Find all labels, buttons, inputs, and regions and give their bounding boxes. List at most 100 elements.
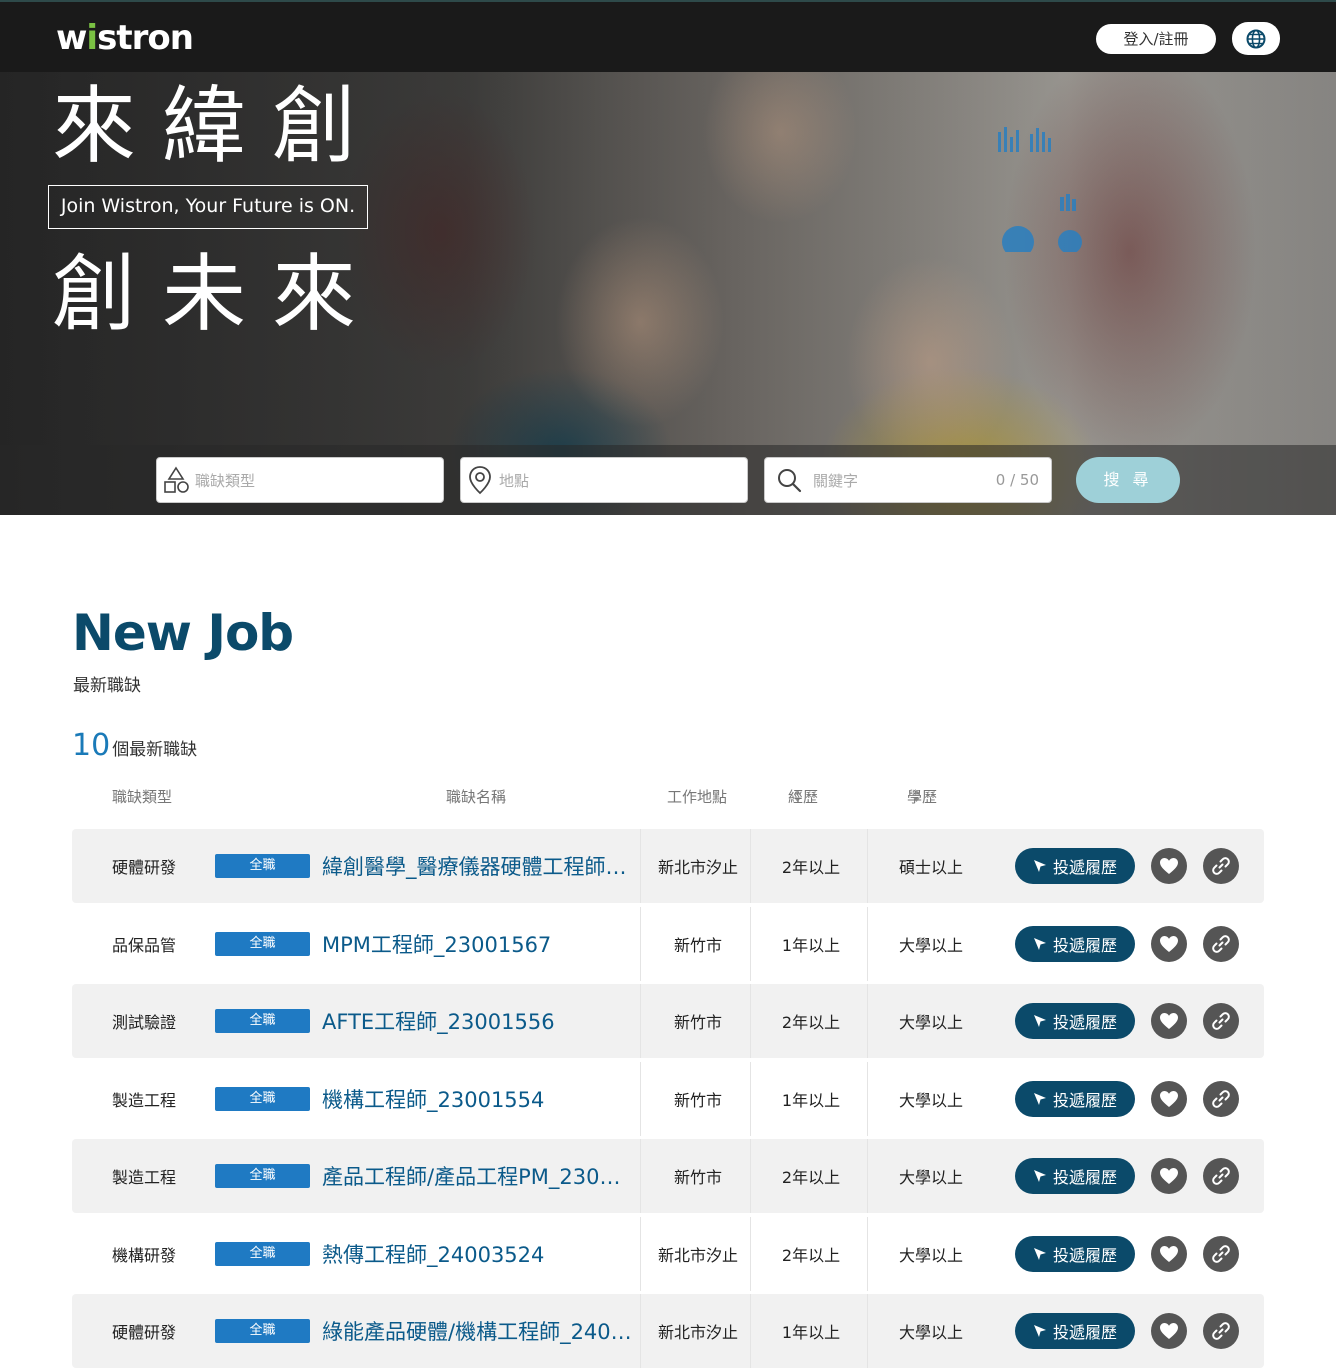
job-title-link[interactable]: AFTE工程師_23001556 — [322, 984, 632, 1058]
header-job-type: 職缺類型 — [112, 788, 173, 806]
favorite-button[interactable] — [1151, 1158, 1187, 1194]
copy-link-button[interactable] — [1203, 1313, 1239, 1349]
job-education: 大學以上 — [898, 1013, 963, 1032]
location-select[interactable]: 地點 — [460, 457, 748, 503]
job-title-link[interactable]: 機構工程師_23001554 — [322, 1062, 632, 1136]
copy-link-button[interactable] — [1203, 848, 1239, 884]
table-row[interactable]: 品保品管 全職 MPM工程師_23001567 新竹市 1年以上 大學以上 投遞履歷 — [72, 907, 1264, 981]
favorite-button[interactable] — [1151, 1313, 1187, 1349]
employment-badge: 全職 — [215, 932, 310, 956]
job-location: 新北市汐止 — [657, 1246, 738, 1265]
column-divider — [640, 829, 641, 903]
copy-link-button[interactable] — [1203, 1003, 1239, 1039]
link-icon — [1212, 1012, 1230, 1030]
copy-link-button[interactable] — [1203, 1236, 1239, 1272]
job-location: 新北市汐止 — [657, 858, 738, 877]
job-title-link[interactable]: 熱傳工程師_24003524 — [322, 1217, 632, 1291]
employment-badge: 全職 — [215, 1009, 310, 1033]
job-type: 機構研發 — [112, 1246, 177, 1265]
favorite-button[interactable] — [1151, 1236, 1187, 1272]
table-header: 職缺類型 職缺名稱 工作地點 經歷 學歷 — [72, 786, 1264, 810]
column-divider — [640, 1217, 641, 1291]
job-experience: 2年以上 — [781, 1246, 841, 1265]
job-experience: 2年以上 — [781, 858, 841, 877]
job-title: 產品工程師/產品工程PM_23001... — [322, 1165, 632, 1189]
section-title: New Job — [72, 604, 294, 662]
table-row[interactable]: 硬體研發 全職 緯創醫學_醫療儀器硬體工程師_2... 新北市汐止 2年以上 碩士以上 投遞… — [72, 829, 1264, 903]
column-divider — [867, 829, 868, 903]
header-experience-label: 經歷 — [788, 788, 819, 806]
column-divider — [750, 1062, 751, 1136]
apply-resume-button[interactable]: 投遞履歷 — [1015, 1003, 1135, 1039]
job-title-link[interactable]: 綠能產品硬體/機構工程師_24001 — [322, 1294, 632, 1368]
employment-badge: 全職 — [215, 1087, 310, 1111]
column-divider — [867, 1139, 868, 1213]
column-divider — [867, 1062, 868, 1136]
heart-icon — [1160, 1168, 1178, 1184]
job-title: AFTE工程師_23001556 — [322, 1010, 555, 1034]
job-location: 新竹市 — [673, 1091, 722, 1110]
keyword-placeholder: 關鍵字 — [813, 471, 859, 490]
apply-resume-button[interactable]: 投遞履歷 — [1015, 1313, 1135, 1349]
background-chart-board — [998, 127, 1082, 252]
header-experience[interactable]: 經歷 — [788, 786, 818, 806]
location-placeholder: 地點 — [499, 471, 530, 490]
employment-badge-cell: 全職 — [215, 1294, 310, 1368]
login-register-button[interactable]: 登入/註冊 — [1096, 24, 1216, 54]
job-title-link[interactable]: MPM工程師_23001567 — [322, 907, 632, 981]
link-icon — [1212, 1090, 1230, 1108]
apply-resume-button[interactable]: 投遞履歷 — [1015, 848, 1135, 884]
header-education-label: 學歷 — [907, 788, 938, 806]
column-divider — [867, 907, 868, 981]
search-button[interactable]: 搜 尋 — [1076, 457, 1180, 503]
column-divider — [867, 1217, 868, 1291]
copy-link-button[interactable] — [1203, 926, 1239, 962]
job-title-link[interactable]: 產品工程師/產品工程PM_23001... — [322, 1139, 632, 1213]
column-divider — [750, 1217, 751, 1291]
job-title: 熱傳工程師_24003524 — [322, 1243, 545, 1267]
table-row[interactable]: 測試驗證 全職 AFTE工程師_23001556 新竹市 2年以上 大學以上 投遞履歷 — [72, 984, 1264, 1058]
copy-link-button[interactable] — [1203, 1158, 1239, 1194]
send-cursor-icon — [1033, 1170, 1046, 1182]
job-category-select[interactable]: 職缺類型 — [156, 457, 444, 503]
language-button[interactable] — [1232, 22, 1280, 55]
keyword-input[interactable]: 關鍵字 0 / 50 — [764, 457, 1052, 503]
apply-resume-button[interactable]: 投遞履歷 — [1015, 926, 1135, 962]
hero-banner: 來緯創 Join Wistron, Your Future is ON. 創未來… — [0, 72, 1336, 515]
apply-resume-label: 投遞履歷 — [1052, 1246, 1117, 1265]
column-divider — [640, 1294, 641, 1368]
table-row[interactable]: 製造工程 全職 產品工程師/產品工程PM_23001... 新竹市 2年以上 大學以上 投遞… — [72, 1139, 1264, 1213]
favorite-button[interactable] — [1151, 848, 1187, 884]
apply-resume-button[interactable]: 投遞履歷 — [1015, 1236, 1135, 1272]
table-row[interactable]: 硬體研發 全職 綠能產品硬體/機構工程師_24001 新北市汐止 1年以上 大學以上 投遞履… — [72, 1294, 1264, 1368]
column-divider — [750, 1294, 751, 1368]
job-education: 大學以上 — [898, 1323, 963, 1342]
link-icon — [1212, 1167, 1230, 1185]
heart-icon — [1160, 936, 1178, 952]
wistron-logo[interactable]: wistron — [56, 18, 194, 58]
header-education[interactable]: 學歷 — [907, 786, 937, 806]
hero-headline-2: 創未來 — [52, 245, 383, 343]
header-job-name: 職缺名稱 — [446, 788, 507, 806]
favorite-button[interactable] — [1151, 1081, 1187, 1117]
apply-resume-button[interactable]: 投遞履歷 — [1015, 1158, 1135, 1194]
favorite-button[interactable] — [1151, 1003, 1187, 1039]
keyword-char-counter: 0 / 50 — [995, 471, 1039, 489]
job-title: 緯創醫學_醫療儀器硬體工程師_2... — [322, 855, 632, 879]
column-divider — [640, 1062, 641, 1136]
apply-resume-button[interactable]: 投遞履歷 — [1015, 1081, 1135, 1117]
copy-link-button[interactable] — [1203, 1081, 1239, 1117]
hero-slogan: Join Wistron, Your Future is ON. — [48, 185, 368, 229]
table-row[interactable]: 製造工程 全職 機構工程師_23001554 新竹市 1年以上 大學以上 投遞履歷 — [72, 1062, 1264, 1136]
job-education: 大學以上 — [898, 1091, 963, 1110]
job-education: 大學以上 — [898, 1168, 963, 1187]
employment-badge-cell: 全職 — [215, 1062, 310, 1136]
employment-badge-cell: 全職 — [215, 829, 310, 903]
table-row[interactable]: 機構研發 全職 熱傳工程師_24003524 新北市汐止 2年以上 大學以上 投遞履歷 — [72, 1217, 1264, 1291]
job-type: 製造工程 — [112, 1091, 177, 1110]
job-education: 大學以上 — [898, 1246, 963, 1265]
job-title-link[interactable]: 緯創醫學_醫療儀器硬體工程師_2... — [322, 829, 632, 903]
column-divider — [750, 907, 751, 981]
favorite-button[interactable] — [1151, 926, 1187, 962]
apply-resume-label: 投遞履歷 — [1052, 1013, 1117, 1032]
